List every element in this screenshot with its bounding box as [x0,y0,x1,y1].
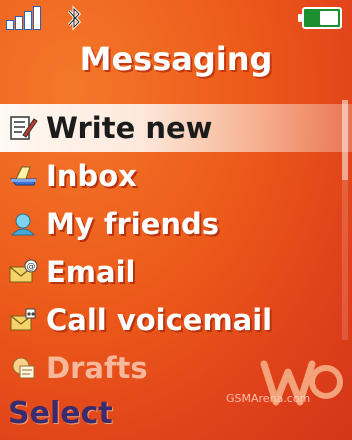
watermark-text: GSMArena.com [226,392,311,405]
menu-item-inbox[interactable]: Inbox [0,152,352,200]
menu-item-email[interactable]: @ Email [0,248,352,296]
bluetooth-icon [62,4,86,32]
email-icon: @ [8,257,38,287]
my-friends-icon [8,209,38,239]
menu-item-my-friends[interactable]: My friends [0,200,352,248]
drafts-icon [8,353,38,383]
menu-item-label: Drafts [46,351,148,385]
battery-icon [298,7,342,29]
messaging-menu: Write new Inbox My friends @ Email Call … [0,104,352,392]
menu-item-label: My friends [46,207,220,241]
voicemail-icon [8,305,38,335]
menu-item-label: Email [46,255,136,289]
signal-bars-icon [6,6,46,30]
page-title: Messaging [79,40,273,78]
status-bar [0,0,352,36]
menu-item-write-new[interactable]: Write new [0,104,352,152]
select-softkey[interactable]: Select [8,396,113,431]
menu-item-label: Inbox [46,159,137,193]
menu-item-label: Write new [46,111,213,145]
write-new-icon [8,113,38,143]
menu-item-call-voicemail[interactable]: Call voicemail [0,296,352,344]
svg-text:@: @ [27,262,36,272]
inbox-icon [8,161,38,191]
menu-item-label: Call voicemail [46,303,273,337]
